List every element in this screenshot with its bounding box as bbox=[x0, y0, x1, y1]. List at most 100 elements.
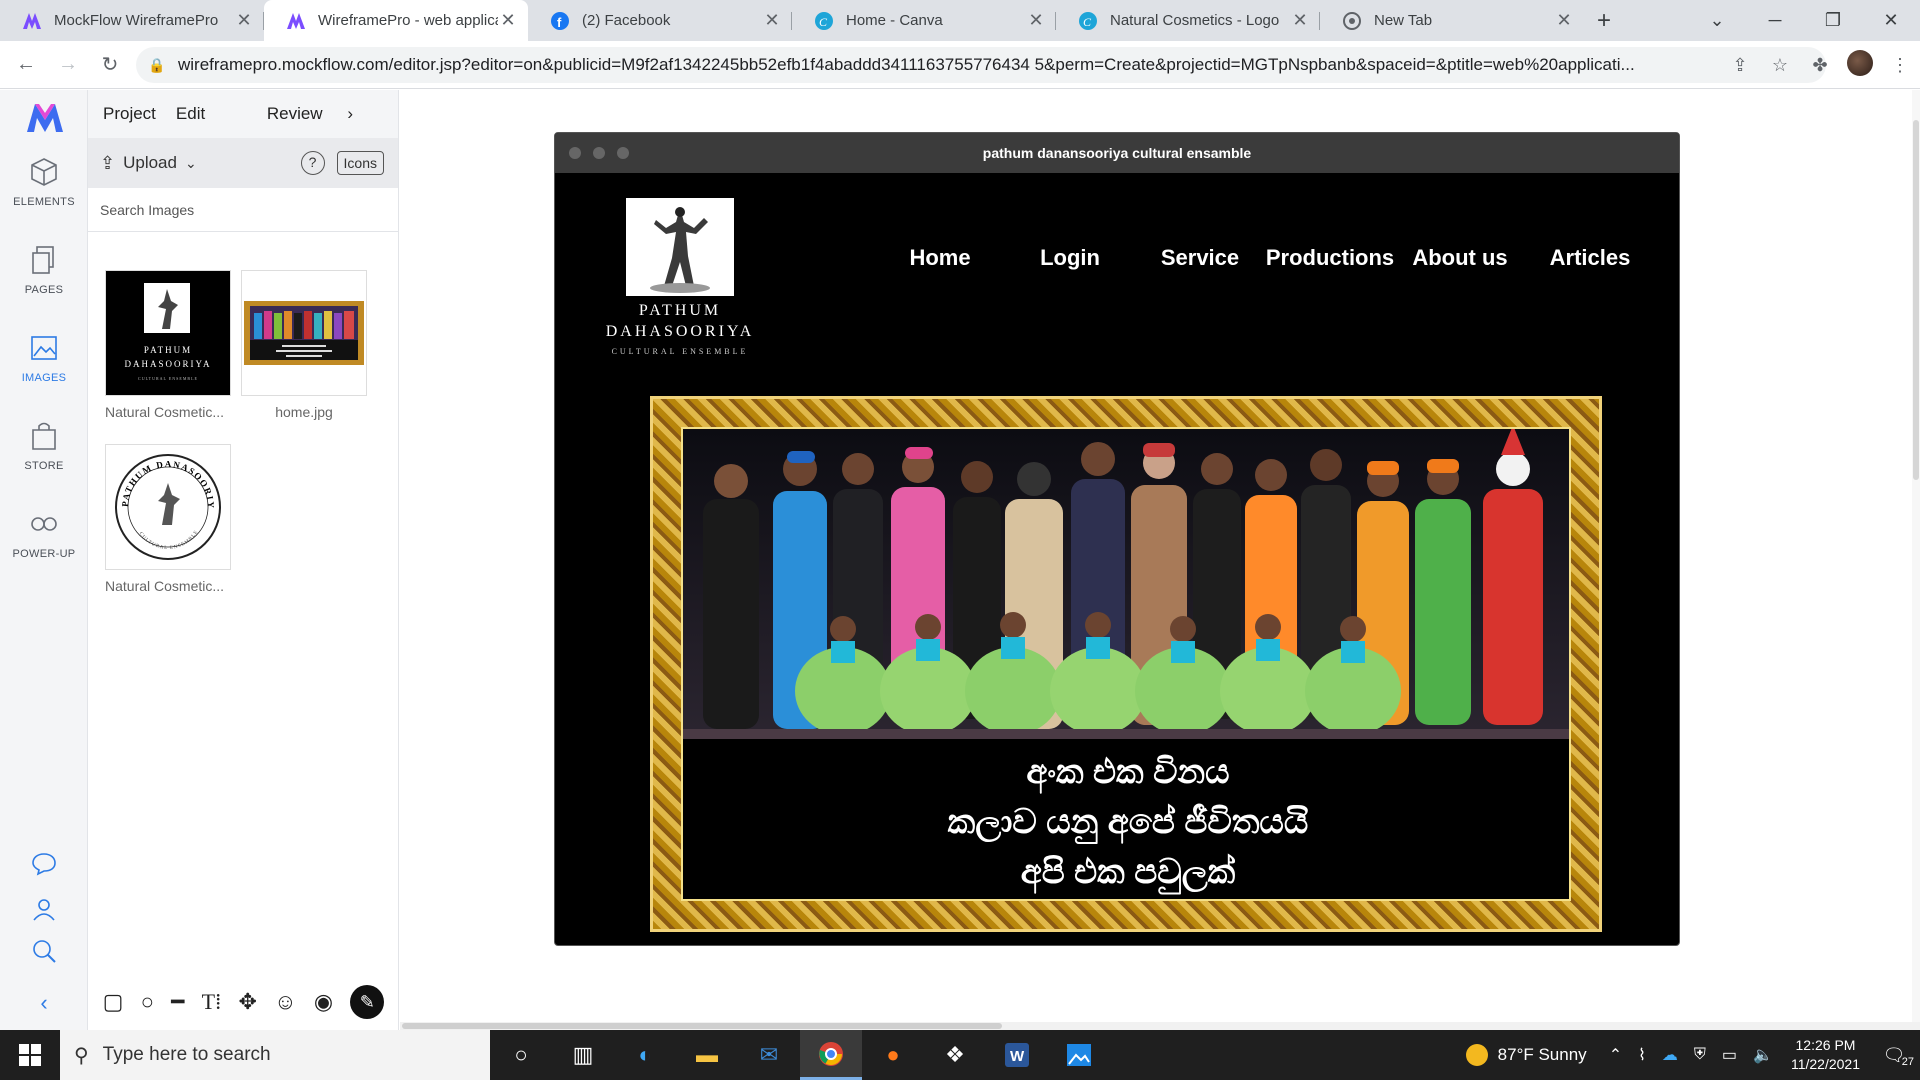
close-icon[interactable]: ✕ bbox=[498, 10, 518, 31]
battery-icon[interactable]: ▭ bbox=[1722, 1045, 1737, 1065]
text-tool-icon[interactable]: T⁞ bbox=[202, 989, 222, 1015]
logo-thumbnail-graphic: PATHUM DAHASOORIYA CULTURAL ENSEMBLE bbox=[106, 271, 230, 395]
rail-store[interactable]: STORE bbox=[0, 420, 88, 472]
image-thumbnail[interactable]: PATHUM DANASOORIYA CULTURAL ENSEMBLE bbox=[102, 437, 231, 570]
chat-icon[interactable] bbox=[30, 852, 58, 880]
radio-tool-icon[interactable]: ◉ bbox=[314, 989, 333, 1015]
upload-icon[interactable]: ⇪ bbox=[100, 153, 115, 174]
search-images-input[interactable]: Search Images bbox=[88, 188, 398, 232]
svg-text:C: C bbox=[1083, 15, 1092, 29]
tab-search-icon[interactable]: ⌄ bbox=[1688, 10, 1746, 31]
photos-icon[interactable] bbox=[1048, 1030, 1110, 1080]
upload-button[interactable]: Upload bbox=[123, 153, 177, 173]
rail-label: POWER-UP bbox=[12, 548, 76, 560]
taskbar-search-input[interactable]: ⚲ Type here to search bbox=[60, 1030, 490, 1080]
share-icon[interactable]: ⇪ bbox=[1720, 55, 1760, 76]
lock-icon[interactable]: 🔒 bbox=[148, 57, 168, 74]
rail-elements[interactable]: ELEMENTS bbox=[0, 156, 88, 208]
back-icon[interactable]: ← bbox=[10, 49, 42, 81]
new-tab-button[interactable]: + bbox=[1584, 0, 1624, 41]
task-view-icon[interactable]: ▥ bbox=[552, 1030, 614, 1080]
reload-icon[interactable]: ↻ bbox=[94, 49, 126, 81]
firefox-icon[interactable]: ● bbox=[862, 1030, 924, 1080]
rectangle-tool-icon[interactable]: ▢ bbox=[103, 989, 124, 1015]
nav-productions[interactable]: Productions bbox=[1265, 245, 1395, 271]
chrome-taskbar-icon[interactable] bbox=[800, 1030, 862, 1080]
menu-edit[interactable]: Edit bbox=[176, 104, 205, 124]
menu-project[interactable]: Project bbox=[103, 104, 156, 124]
zoom-icon[interactable] bbox=[30, 938, 58, 966]
line-tool-icon[interactable]: ━ bbox=[171, 989, 184, 1015]
minimize-icon[interactable]: ─ bbox=[1746, 10, 1804, 31]
wireframe-browser-window[interactable]: pathum danansooriya cultural ensamble PA… bbox=[554, 132, 1680, 946]
emoji-tool-icon[interactable]: ☺ bbox=[274, 989, 296, 1015]
chevron-down-icon[interactable]: ⌄ bbox=[185, 155, 197, 172]
word-icon[interactable]: W bbox=[986, 1030, 1048, 1080]
brush-tool-icon[interactable]: ✎ bbox=[350, 985, 385, 1019]
file-explorer-icon[interactable]: ▬ bbox=[676, 1030, 738, 1080]
tab-mockflow[interactable]: MockFlow WireframePro ✕ bbox=[0, 0, 264, 41]
volume-icon[interactable]: 🔈 bbox=[1753, 1045, 1773, 1065]
rail-images[interactable]: IMAGES bbox=[0, 332, 88, 384]
close-icon[interactable]: ✕ bbox=[762, 10, 782, 31]
onedrive-icon[interactable]: ☁ bbox=[1662, 1045, 1678, 1065]
nav-home[interactable]: Home bbox=[875, 245, 1005, 271]
infinity-icon bbox=[31, 517, 57, 531]
hero-image-frame[interactable]: අංක එක විනය කලාව යනු අපේ ජීවිතයයි අපි එක… bbox=[650, 396, 1602, 932]
mail-icon[interactable]: ✉ bbox=[738, 1030, 800, 1080]
team-icon[interactable] bbox=[30, 896, 58, 924]
restore-icon[interactable]: ❐ bbox=[1804, 10, 1862, 31]
site-logo[interactable]: PATHUM DAHASOORIYA CULTURAL ENSEMBLE bbox=[595, 198, 765, 356]
close-icon[interactable]: ✕ bbox=[1026, 10, 1046, 31]
cortana-icon[interactable]: ○ bbox=[490, 1030, 552, 1080]
tray-chevron-up-icon[interactable]: ⌃ bbox=[1609, 1045, 1622, 1065]
window-dots bbox=[569, 147, 629, 159]
close-icon[interactable]: ✕ bbox=[1554, 10, 1574, 31]
move-tool-icon[interactable]: ✥ bbox=[238, 989, 256, 1015]
tab-canva-home[interactable]: C Home - Canva ✕ bbox=[792, 0, 1056, 41]
close-window-icon[interactable]: ✕ bbox=[1862, 10, 1920, 31]
edge-icon[interactable]: ◐ bbox=[614, 1030, 676, 1080]
extensions-icon[interactable]: ✤ bbox=[1800, 55, 1840, 76]
editor-canvas[interactable]: pathum danansooriya cultural ensamble PA… bbox=[400, 90, 1920, 1030]
mockflow-logo[interactable] bbox=[27, 102, 63, 134]
image-thumbnail[interactable]: PATHUM DAHASOORIYA CULTURAL ENSEMBLE bbox=[105, 270, 231, 396]
rail-power-up[interactable]: POWER-UP bbox=[0, 508, 88, 560]
profile-avatar[interactable] bbox=[1840, 49, 1880, 81]
nav-about-us[interactable]: About us bbox=[1395, 245, 1525, 271]
close-icon[interactable]: ✕ bbox=[234, 10, 254, 31]
notifications-icon[interactable]: 🗨 27 bbox=[1874, 1045, 1914, 1068]
tab-canva-logo[interactable]: C Natural Cosmetics - Logo ✕ bbox=[1056, 0, 1320, 41]
tab-facebook[interactable]: f (2) Facebook ✕ bbox=[528, 0, 792, 41]
tab-title: (2) Facebook bbox=[582, 12, 671, 29]
windows-start-icon[interactable] bbox=[0, 1030, 60, 1080]
canvas-horizontal-scrollbar[interactable] bbox=[400, 1022, 1920, 1030]
close-icon[interactable]: ✕ bbox=[1290, 10, 1310, 31]
icons-button[interactable]: Icons bbox=[336, 151, 384, 175]
security-icon[interactable]: ⛨ bbox=[1694, 1046, 1706, 1064]
weather-sun-icon[interactable] bbox=[1465, 1044, 1488, 1066]
network-icon[interactable]: ⌇ bbox=[1638, 1045, 1646, 1065]
circle-tool-icon[interactable]: ○ bbox=[141, 989, 154, 1015]
images-panel: Project Edit Review › ⇪ Upload ⌄ ? Icons… bbox=[88, 90, 399, 1030]
kebab-menu-icon[interactable]: ⋮ bbox=[1880, 55, 1920, 76]
tab-new-tab[interactable]: New Tab ✕ bbox=[1320, 0, 1584, 41]
taskbar-clock[interactable]: 12:26 PM 11/22/2021 bbox=[1791, 1036, 1860, 1074]
dropbox-icon[interactable]: ❖ bbox=[924, 1030, 986, 1080]
image-thumbnail[interactable] bbox=[241, 270, 367, 396]
canva-icon: C bbox=[814, 11, 834, 31]
rail-label: PAGES bbox=[24, 284, 64, 296]
collapse-chevron-icon[interactable]: ‹ bbox=[30, 990, 58, 1018]
help-button[interactable]: ? bbox=[300, 151, 325, 175]
nav-service[interactable]: Service bbox=[1135, 245, 1265, 271]
rail-pages[interactable]: PAGES bbox=[0, 244, 88, 296]
tab-wireframepro[interactable]: WireframePro - web applica ✕ bbox=[264, 0, 528, 41]
address-bar[interactable]: 🔒 wireframepro.mockflow.com/editor.jsp?e… bbox=[136, 47, 1826, 83]
nav-articles[interactable]: Articles bbox=[1525, 245, 1655, 271]
forward-icon[interactable]: → bbox=[52, 49, 84, 81]
bookmark-star-icon[interactable]: ☆ bbox=[1760, 55, 1800, 76]
nav-login[interactable]: Login bbox=[1005, 245, 1135, 271]
canvas-vertical-scrollbar[interactable] bbox=[1912, 90, 1920, 1030]
weather-text[interactable]: 87°F Sunny bbox=[1498, 1045, 1587, 1065]
menu-review[interactable]: Review › bbox=[267, 104, 373, 124]
